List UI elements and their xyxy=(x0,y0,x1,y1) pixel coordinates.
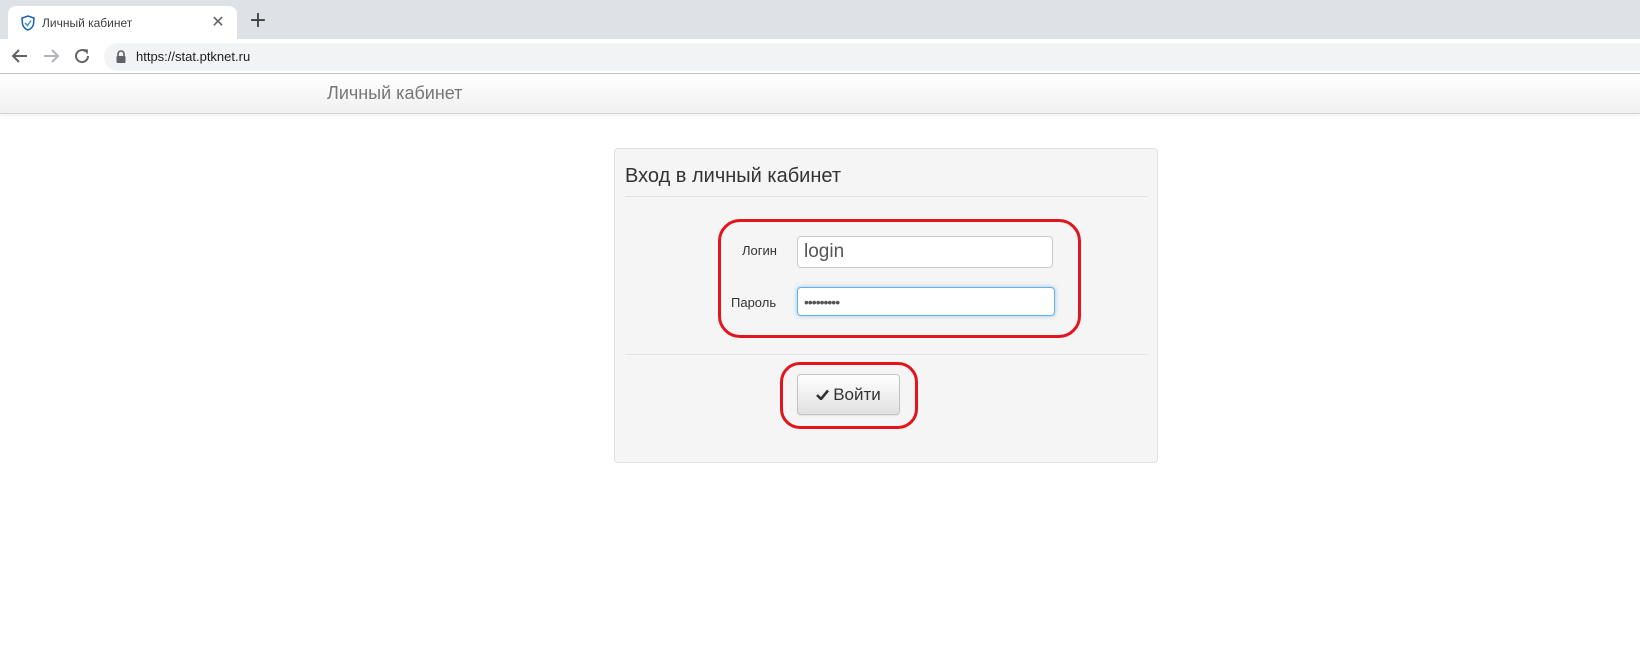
password-input[interactable] xyxy=(797,287,1055,316)
navbar-brand[interactable]: Личный кабинет xyxy=(327,83,462,104)
tab-close-icon[interactable]: ✕ xyxy=(209,13,227,31)
browser-tab-strip: Личный кабинет ✕ + xyxy=(0,0,1640,39)
tab-title: Личный кабинет xyxy=(42,16,133,30)
browser-toolbar: https://stat.ptknet.ru xyxy=(0,39,1640,74)
browser-tab[interactable]: Личный кабинет ✕ xyxy=(8,6,237,39)
arrow-left-icon[interactable] xyxy=(11,47,29,65)
new-tab-button[interactable]: + xyxy=(247,10,269,32)
login-submit-button[interactable]: Войти xyxy=(797,374,900,415)
reload-icon[interactable] xyxy=(73,47,91,65)
login-input[interactable] xyxy=(797,236,1053,268)
lock-icon xyxy=(116,50,126,63)
page-navbar: Личный кабинет xyxy=(0,75,1640,114)
arrow-right-icon[interactable] xyxy=(42,47,60,65)
panel-divider xyxy=(625,196,1148,197)
address-url[interactable]: https://stat.ptknet.ru xyxy=(136,49,250,64)
check-icon xyxy=(816,389,830,400)
login-panel: Вход в личный кабинет Логин Пароль Войти xyxy=(614,148,1158,463)
login-label: Логин xyxy=(742,243,777,258)
login-submit-label: Войти xyxy=(833,384,881,404)
panel-divider xyxy=(625,354,1148,355)
shield-favicon-icon xyxy=(21,15,35,31)
password-label: Пароль xyxy=(731,295,777,310)
login-panel-title: Вход в личный кабинет xyxy=(625,165,841,187)
address-bar[interactable]: https://stat.ptknet.ru xyxy=(104,43,1640,71)
